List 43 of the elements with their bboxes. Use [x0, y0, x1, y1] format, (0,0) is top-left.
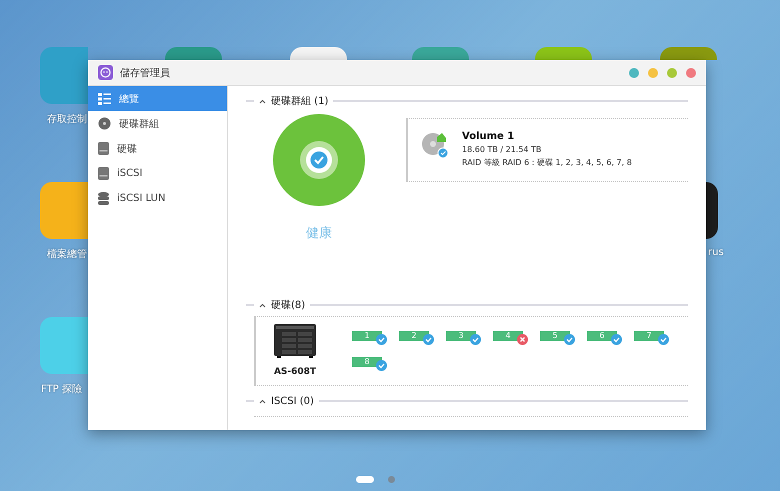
disk-slot[interactable]: 3 — [446, 331, 481, 345]
window-control-button[interactable] — [629, 68, 639, 78]
app-label: FTP 探險 — [41, 383, 82, 396]
database-icon — [98, 192, 109, 205]
disk-slot[interactable]: 2 — [399, 331, 434, 345]
sidebar-item[interactable]: 硬碟群組 — [88, 111, 227, 136]
window-title: 儲存管理員 — [120, 66, 170, 80]
window-control-button[interactable] — [648, 68, 658, 78]
sidebar-item[interactable]: iSCSI — [88, 161, 227, 186]
section-title: 硬碟群組 (1) — [271, 94, 328, 108]
list-icon — [98, 92, 111, 104]
page-indicator-dot[interactable] — [388, 476, 395, 483]
sidebar-item[interactable]: 總覽 — [88, 86, 227, 111]
collapse-caret-icon[interactable] — [259, 302, 266, 308]
sidebar-item[interactable]: 硬碟 — [88, 136, 227, 161]
window-control-button[interactable] — [686, 68, 696, 78]
device-model: AS-608T — [274, 367, 316, 377]
app-label: 存取控制 — [47, 112, 87, 126]
collapse-caret-icon[interactable] — [259, 398, 266, 404]
nas-device-drawing — [274, 324, 316, 358]
section-title: ISCSI (0) — [271, 396, 314, 406]
app-icon[interactable] — [706, 182, 718, 239]
section-title: 硬碟(8) — [271, 298, 306, 312]
disk-slot[interactable]: 1 — [352, 331, 387, 345]
health-status-label: 健康 — [306, 225, 332, 242]
disk-slot[interactable]: 8 — [352, 357, 387, 371]
volume-capacity: 18.60 TB / 21.54 TB — [462, 145, 542, 154]
disk-slot[interactable]: 4 — [493, 331, 528, 345]
app-label: rus — [708, 247, 724, 258]
hard-drive-icon — [98, 142, 109, 155]
window-control-button[interactable] — [667, 68, 677, 78]
hard-drive-icon — [98, 167, 109, 180]
collapse-caret-icon[interactable] — [259, 98, 266, 104]
volume-disc-icon — [422, 131, 450, 159]
disc-icon — [98, 117, 111, 130]
disk-slot[interactable]: 6 — [587, 331, 622, 345]
volume-card[interactable]: Volume 1 18.60 TB / 21.54 TB RAID 等級 RAID 6 : 硬碟 1, 2, 3, 4, 5, 6, 7, 8 — [406, 118, 688, 182]
app-label: 檔案總管 — [47, 248, 87, 261]
raid-info: RAID 等級 RAID 6 : 硬碟 1, 2, 3, 4, 5, 6, 7, 8 — [462, 157, 632, 168]
sidebar-item[interactable]: iSCSI LUN — [88, 186, 227, 211]
volume-name: Volume 1 — [462, 131, 516, 142]
disk-slot[interactable]: 5 — [540, 331, 575, 345]
disk-slot[interactable]: 7 — [634, 331, 669, 345]
